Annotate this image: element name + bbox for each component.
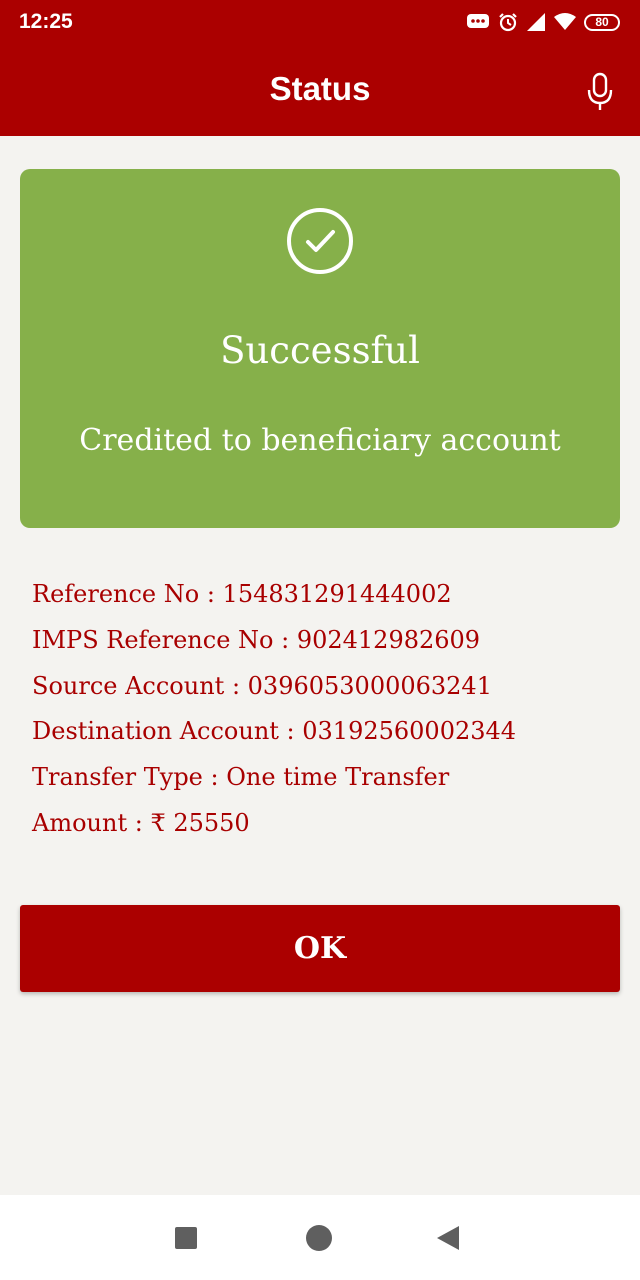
status-time: 12:25 bbox=[19, 10, 73, 33]
check-circle-icon bbox=[287, 208, 353, 274]
destination-account: Destination Account : 03192560002344 bbox=[32, 717, 517, 746]
app-bar: Status bbox=[0, 44, 640, 136]
home-icon bbox=[306, 1224, 332, 1251]
amount: Amount : ₹ 25550 bbox=[32, 808, 250, 837]
battery-icon: 80 bbox=[584, 13, 620, 31]
status-message: Credited to beneficiary account bbox=[79, 423, 561, 458]
alarm-icon bbox=[499, 13, 517, 32]
transfer-type: Transfer Type : One time Transfer bbox=[32, 763, 450, 792]
back-button[interactable] bbox=[412, 1195, 484, 1280]
mic-icon[interactable] bbox=[586, 72, 614, 112]
home-button[interactable] bbox=[283, 1195, 355, 1280]
battery-level: 80 bbox=[595, 15, 609, 29]
ok-button[interactable]: OK bbox=[20, 905, 620, 992]
success-card: Successful Credited to beneficiary accou… bbox=[20, 169, 620, 528]
signal-icon bbox=[527, 13, 545, 31]
status-headline: Successful bbox=[220, 329, 420, 372]
source-account: Source Account : 0396053000063241 bbox=[32, 671, 492, 700]
system-nav-bar bbox=[0, 1195, 640, 1280]
status-bar: 12:25 80 bbox=[0, 0, 640, 44]
wifi-icon bbox=[554, 13, 576, 30]
chat-notification-icon bbox=[467, 14, 489, 28]
ok-button-label: OK bbox=[293, 931, 347, 966]
recents-icon bbox=[175, 1226, 197, 1249]
transaction-details: Reference No : 154831291444002 IMPS Refe… bbox=[32, 574, 622, 849]
status-icons: 80 bbox=[466, 11, 620, 33]
imps-reference-no: IMPS Reference No : 902412982609 bbox=[32, 625, 481, 654]
reference-no: Reference No : 154831291444002 bbox=[32, 580, 452, 608]
recents-button[interactable] bbox=[150, 1195, 222, 1280]
back-icon bbox=[437, 1225, 459, 1250]
page-title: Status bbox=[269, 70, 371, 107]
